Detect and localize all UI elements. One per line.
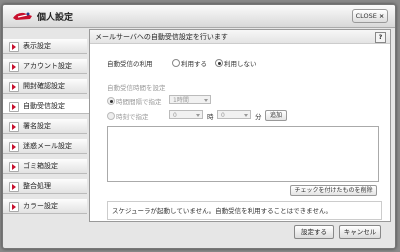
interval-value: 1時間 [173, 97, 189, 104]
hour-select[interactable]: 0 [169, 110, 203, 119]
sidebar-item-label: 迷惑メール設定 [23, 142, 72, 150]
arrow-right-icon [9, 82, 19, 92]
use-on-label: 利用する [181, 60, 207, 68]
cancel-button[interactable]: キャンセル [339, 225, 381, 239]
arrow-right-icon [9, 202, 19, 212]
chevron-down-icon [196, 114, 200, 117]
title-bar: 個人設定 CLOSE × [3, 5, 395, 28]
time-section-label: 自動受信時間を設定 [107, 84, 166, 92]
sidebar-item-color[interactable]: カラー設定 [3, 199, 87, 214]
minute-unit: 分 [255, 113, 262, 121]
minute-select[interactable]: 0 [217, 110, 251, 119]
sidebar-item-label: ゴミ箱設定 [23, 162, 58, 170]
sidebar-item-label: カラー設定 [23, 202, 58, 210]
settings-sidebar: 表示設定 アカウント設定 開封確認設定 自動受信設定 署名設定 迷惑メール設定 … [3, 29, 89, 219]
use-off-label: 利用しない [224, 60, 257, 68]
close-button[interactable]: CLOSE × [352, 9, 388, 23]
sidebar-item-auto-receive[interactable]: 自動受信設定 [3, 99, 89, 114]
sidebar-item-label: 自動受信設定 [23, 102, 65, 110]
sidebar-item-spam[interactable]: 迷惑メール設定 [3, 139, 87, 154]
arrow-right-icon [9, 122, 19, 132]
settings-window: 個人設定 CLOSE × 表示設定 アカウント設定 開封確認設定 自動受信設定 署… [2, 4, 396, 249]
sidebar-item-trash[interactable]: ゴミ箱設定 [3, 159, 87, 174]
sidebar-item-label: 表示設定 [23, 42, 51, 50]
sidebar-item-label: 整合処理 [23, 182, 51, 190]
interval-radio[interactable] [107, 97, 115, 105]
schedule-list[interactable] [107, 126, 379, 182]
sidebar-item-label: 署名設定 [23, 122, 51, 130]
sidebar-item-label: アカウント設定 [23, 62, 72, 70]
save-button[interactable]: 設定する [294, 225, 334, 239]
sidebar-item-account[interactable]: アカウント設定 [3, 59, 87, 74]
arrow-right-icon [9, 142, 19, 152]
sidebar-item-consistency[interactable]: 整合処理 [3, 179, 87, 194]
close-label: CLOSE [355, 12, 377, 20]
arrow-right-icon [9, 102, 19, 112]
sidebar-item-display[interactable]: 表示設定 [3, 39, 87, 54]
panel-title: メールサーバへの自動受信設定を行います [95, 33, 228, 41]
app-logo-icon [13, 12, 32, 20]
auto-receive-panel: メールサーバへの自動受信設定を行います ? 自動受信の利用 利用する 利用しない… [89, 29, 391, 222]
arrow-right-icon [9, 162, 19, 172]
arrow-right-icon [9, 182, 19, 192]
help-icon[interactable]: ? [375, 32, 386, 43]
arrow-right-icon [9, 62, 19, 72]
sidebar-item-label: 開封確認設定 [23, 82, 65, 90]
arrow-right-icon [9, 42, 19, 52]
clock-label: 時刻で指定 [116, 113, 149, 121]
interval-label: 時間間隔で指定 [116, 98, 162, 106]
use-on-radio[interactable] [172, 59, 180, 67]
interval-select[interactable]: 1時間 [169, 95, 211, 104]
close-icon: × [378, 12, 385, 20]
hour-value: 0 [173, 112, 177, 119]
status-message: スケジューラが起動していません。自動受信を利用することはできません。 [112, 207, 332, 215]
add-time-button[interactable]: 追加 [265, 110, 287, 121]
use-off-radio[interactable] [215, 59, 223, 67]
use-auto-receive-label: 自動受信の利用 [107, 60, 153, 68]
minute-value: 0 [221, 112, 225, 119]
sidebar-item-signature[interactable]: 署名設定 [3, 119, 87, 134]
chevron-down-icon [204, 99, 208, 102]
clock-radio[interactable] [107, 112, 115, 120]
chevron-down-icon [244, 114, 248, 117]
delete-checked-button[interactable]: チェックを付けたものを削除 [290, 185, 377, 196]
panel-header: メールサーバへの自動受信設定を行います ? [90, 30, 390, 44]
status-message-box: スケジューラが起動していません。自動受信を利用することはできません。 [107, 201, 382, 220]
sidebar-item-read-receipt[interactable]: 開封確認設定 [3, 79, 87, 94]
window-title: 個人設定 [37, 13, 74, 23]
hour-unit: 時 [207, 113, 214, 121]
